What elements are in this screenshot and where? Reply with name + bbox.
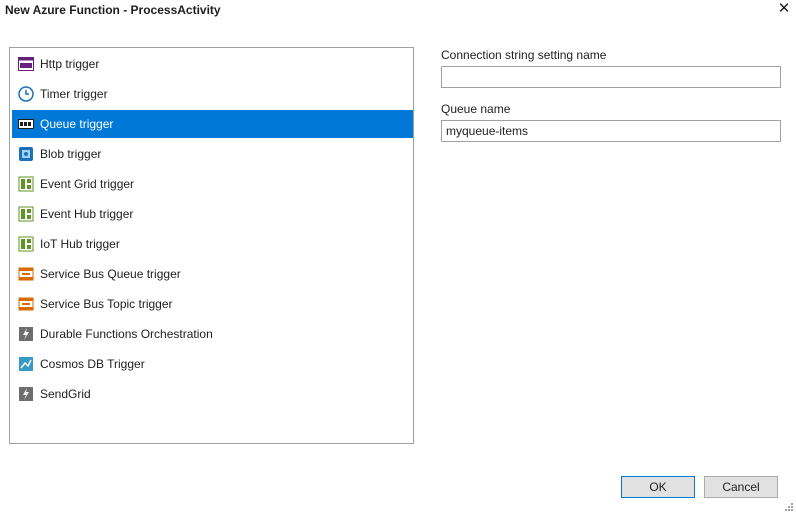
- trigger-template-list[interactable]: Http trigger Timer trigger Queue trigger: [9, 47, 414, 444]
- trigger-item-event-hub[interactable]: Event Hub trigger: [12, 200, 413, 228]
- trigger-item-timer[interactable]: Timer trigger: [12, 80, 413, 108]
- trigger-label: Queue trigger: [40, 117, 114, 131]
- connection-string-input[interactable]: [441, 66, 781, 88]
- http-icon: [18, 57, 34, 71]
- ok-button[interactable]: OK: [621, 476, 695, 498]
- trigger-label: Durable Functions Orchestration: [40, 327, 213, 341]
- close-button[interactable]: ✕: [776, 0, 792, 18]
- trigger-item-queue[interactable]: Queue trigger: [12, 110, 413, 138]
- resize-grip-icon[interactable]: [784, 502, 794, 512]
- trigger-item-service-bus-topic[interactable]: Service Bus Topic trigger: [12, 290, 413, 318]
- sendgrid-icon: [19, 387, 33, 401]
- trigger-item-sendgrid[interactable]: SendGrid: [12, 380, 413, 408]
- service-bus-topic-icon: [18, 297, 34, 311]
- trigger-label: IoT Hub trigger: [40, 237, 120, 251]
- event-hub-icon: [18, 206, 34, 222]
- dialog-title: New Azure Function - ProcessActivity: [5, 3, 221, 17]
- trigger-label: Cosmos DB Trigger: [40, 357, 145, 371]
- queue-name-label: Queue name: [441, 102, 511, 116]
- trigger-label: SendGrid: [40, 387, 91, 401]
- trigger-item-service-bus-queue[interactable]: Service Bus Queue trigger: [12, 260, 413, 288]
- trigger-label: Http trigger: [40, 57, 100, 71]
- clock-icon: [18, 86, 34, 102]
- trigger-item-cosmos-db[interactable]: Cosmos DB Trigger: [12, 350, 413, 378]
- blob-icon: [19, 147, 33, 161]
- trigger-item-durable-functions[interactable]: Durable Functions Orchestration: [12, 320, 413, 348]
- trigger-item-iot-hub[interactable]: IoT Hub trigger: [12, 230, 413, 258]
- trigger-label: Timer trigger: [40, 87, 108, 101]
- trigger-label: Event Grid trigger: [40, 177, 135, 191]
- trigger-label: Event Hub trigger: [40, 207, 134, 221]
- trigger-item-http[interactable]: Http trigger: [12, 50, 413, 78]
- cancel-button[interactable]: Cancel: [704, 476, 778, 498]
- iot-hub-icon: [18, 236, 34, 252]
- trigger-item-event-grid[interactable]: Event Grid trigger: [12, 170, 413, 198]
- trigger-label: Service Bus Topic trigger: [40, 297, 173, 311]
- queue-icon: [18, 119, 34, 129]
- queue-name-input[interactable]: [441, 120, 781, 142]
- trigger-label: Blob trigger: [40, 147, 102, 161]
- service-bus-queue-icon: [18, 267, 34, 281]
- function-icon: [19, 327, 33, 341]
- cosmos-db-icon: [19, 357, 33, 371]
- connection-string-label: Connection string setting name: [441, 48, 607, 62]
- event-grid-icon: [18, 176, 34, 192]
- trigger-label: Service Bus Queue trigger: [40, 267, 181, 281]
- close-icon: ✕: [777, 0, 791, 17]
- trigger-item-blob[interactable]: Blob trigger: [12, 140, 413, 168]
